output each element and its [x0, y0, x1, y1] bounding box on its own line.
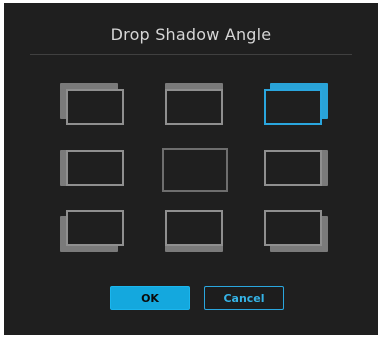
frame-preview — [165, 89, 223, 125]
frame-preview — [66, 210, 124, 246]
cancel-button[interactable]: Cancel — [204, 286, 284, 310]
angle-grid — [4, 3, 378, 335]
angle-none-option[interactable] — [160, 146, 230, 196]
frame-preview — [66, 150, 124, 186]
angle-bottom-left-option[interactable] — [60, 206, 130, 256]
angle-bottom-option[interactable] — [160, 206, 230, 256]
angle-top-left-option[interactable] — [60, 83, 130, 133]
angle-bottom-right-option[interactable] — [260, 206, 330, 256]
frame-preview — [264, 89, 322, 125]
frame-preview — [264, 210, 322, 246]
angle-left-option[interactable] — [60, 146, 130, 196]
frame-preview — [66, 89, 124, 125]
angle-right-option[interactable] — [260, 146, 330, 196]
frame-preview — [264, 150, 322, 186]
frame-preview — [165, 210, 223, 246]
drop-shadow-angle-dialog: Drop Shadow Angle OK Cancel — [4, 3, 378, 335]
angle-top-option[interactable] — [160, 83, 230, 133]
angle-top-right-option[interactable] — [260, 83, 330, 133]
ok-button[interactable]: OK — [110, 286, 190, 310]
frame-preview — [162, 148, 228, 192]
